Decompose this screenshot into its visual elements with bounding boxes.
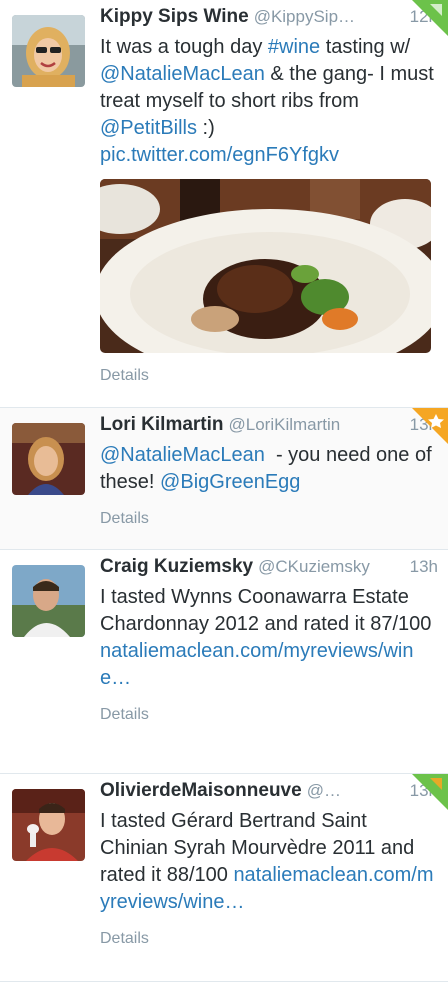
pic-link[interactable]: pic.twitter.com/egnF6Yfgkv bbox=[100, 144, 339, 166]
author-handle[interactable]: @KippySip… bbox=[254, 7, 404, 27]
author-handle[interactable]: @CKuziemsky bbox=[258, 557, 404, 577]
text-segment: tasting w/ bbox=[320, 36, 411, 58]
follow-corner-icon[interactable] bbox=[412, 774, 448, 810]
text-segment: :) bbox=[197, 117, 215, 139]
mention-link[interactable]: @NatalieMacLean bbox=[100, 444, 265, 466]
author-handle[interactable]: @… bbox=[307, 781, 404, 801]
author-name[interactable]: Kippy Sips Wine bbox=[100, 6, 249, 28]
avatar[interactable] bbox=[12, 423, 85, 495]
url-link[interactable]: nataliemaclean.com/myreviews/wine… bbox=[100, 640, 413, 689]
author-name[interactable]: Craig Kuziemsky bbox=[100, 556, 253, 578]
tweet[interactable]: Lori Kilmartin @LoriKilmartin 13h @Natal… bbox=[0, 408, 448, 550]
tweet[interactable]: OlivierdeMaisonneuve @… 13h I tasted Gér… bbox=[0, 774, 448, 982]
author-handle[interactable]: @LoriKilmartin bbox=[229, 415, 404, 435]
mention-link[interactable]: @BigGreenEgg bbox=[160, 471, 300, 493]
tweet-text: I tasted Wynns Coonawarra Estate Chardon… bbox=[100, 584, 438, 692]
mention-link[interactable]: @PetitBills bbox=[100, 117, 197, 139]
tweet[interactable]: Kippy Sips Wine @KippySip… 12h It was a … bbox=[0, 0, 448, 408]
hashtag-link[interactable]: #wine bbox=[268, 36, 320, 58]
tweet-timestamp[interactable]: 13h bbox=[410, 557, 438, 577]
follow-corner-icon[interactable] bbox=[412, 0, 448, 36]
tweet-text: It was a tough day #wine tasting w/ @Nat… bbox=[100, 34, 438, 169]
text-segment: I tasted Wynns Coonawarra Estate Chardon… bbox=[100, 586, 432, 635]
tweet-media-photo[interactable] bbox=[100, 179, 431, 353]
details-link[interactable]: Details bbox=[100, 930, 438, 960]
author-name[interactable]: Lori Kilmartin bbox=[100, 414, 224, 436]
follow-corner-icon[interactable] bbox=[412, 408, 448, 444]
tweet-text: I tasted Gérard Bertrand Saint Chinian S… bbox=[100, 808, 438, 916]
tweet-text: @NatalieMacLean - you need one of these!… bbox=[100, 442, 438, 496]
author-name[interactable]: OlivierdeMaisonneuve bbox=[100, 780, 302, 802]
details-link[interactable]: Details bbox=[100, 510, 438, 540]
tweet[interactable]: Craig Kuziemsky @CKuziemsky 13h I tasted… bbox=[0, 550, 448, 774]
avatar[interactable] bbox=[12, 789, 85, 861]
details-link[interactable]: Details bbox=[100, 706, 438, 736]
timeline: Kippy Sips Wine @KippySip… 12h It was a … bbox=[0, 0, 448, 982]
avatar[interactable] bbox=[12, 565, 85, 637]
text-segment: It was a tough day bbox=[100, 36, 268, 58]
mention-link[interactable]: @NatalieMacLean bbox=[100, 63, 265, 85]
avatar[interactable] bbox=[12, 15, 85, 87]
details-link[interactable]: Details bbox=[100, 367, 438, 397]
